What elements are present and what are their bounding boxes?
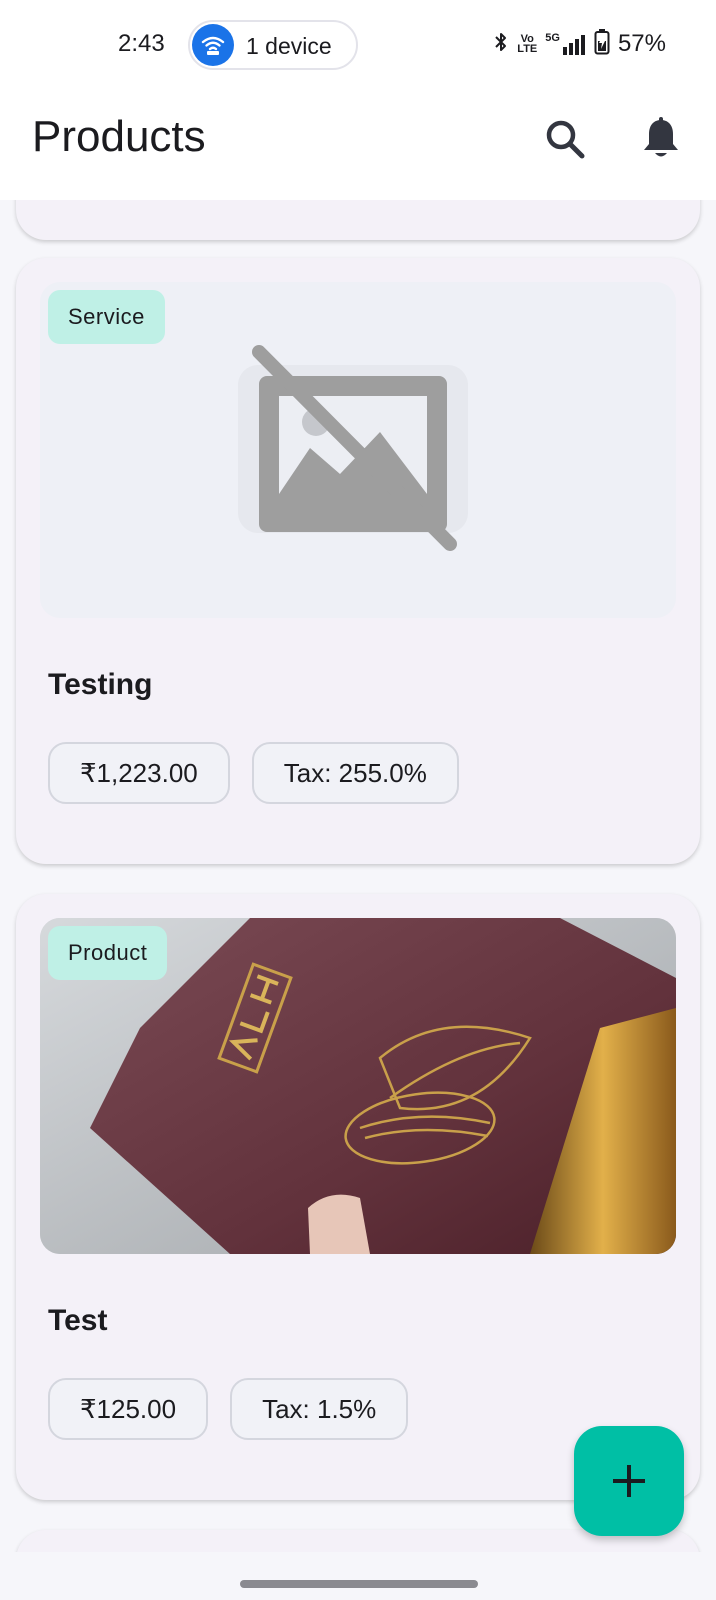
status-time: 2:43 xyxy=(118,30,165,57)
product-list[interactable]: Service Testing ₹1,223.00 Tax: 255.0% Pr… xyxy=(0,200,716,1552)
product-chips: ₹1,223.00 Tax: 255.0% xyxy=(48,742,459,804)
price-chip: ₹125.00 xyxy=(48,1378,209,1440)
product-card-partial[interactable] xyxy=(16,200,700,240)
page-title: Products xyxy=(32,112,206,161)
tax-chip: Tax: 255.0% xyxy=(251,742,459,804)
product-name: Testing xyxy=(48,668,153,701)
status-icons: Vo LTE 5G 57% xyxy=(493,28,666,60)
tax-chip: Tax: 1.5% xyxy=(230,1378,409,1440)
status-bar: 2:43 1 device Vo LTE 5G 57% xyxy=(0,0,716,92)
add-product-button[interactable] xyxy=(574,1426,684,1536)
type-badge: Product xyxy=(48,926,168,980)
type-badge: Service xyxy=(48,290,165,344)
network-type-label: 5G xyxy=(545,32,560,44)
product-card[interactable]: Service Testing ₹1,223.00 Tax: 255.0% xyxy=(16,258,700,864)
price-chip: ₹1,223.00 xyxy=(48,742,230,804)
search-icon[interactable] xyxy=(540,114,590,164)
battery-icon xyxy=(594,28,610,60)
wifi-hotspot-icon xyxy=(192,24,234,66)
product-card[interactable]: Product Test ₹125.00 Tax: 1.5% xyxy=(16,894,700,1500)
home-indicator[interactable] xyxy=(240,1580,478,1588)
device-count-label: 1 device xyxy=(246,33,332,59)
battery-percentage: 57% xyxy=(617,30,666,57)
products-screen: 2:43 1 device Vo LTE 5G 57% Products Ser… xyxy=(0,0,716,1600)
mobile-signal-icon: 5G xyxy=(545,33,586,55)
volte-bottom-label: LTE xyxy=(517,43,538,55)
product-chips: ₹125.00 Tax: 1.5% xyxy=(48,1378,409,1440)
app-bar: Products xyxy=(0,92,716,200)
system-navigation xyxy=(0,1552,716,1600)
volte-icon: Vo LTE xyxy=(517,34,538,55)
bell-icon[interactable] xyxy=(636,114,686,164)
bluetooth-icon xyxy=(493,30,509,59)
product-name: Test xyxy=(48,1304,108,1337)
connected-devices-pill[interactable]: 1 device xyxy=(188,20,358,70)
